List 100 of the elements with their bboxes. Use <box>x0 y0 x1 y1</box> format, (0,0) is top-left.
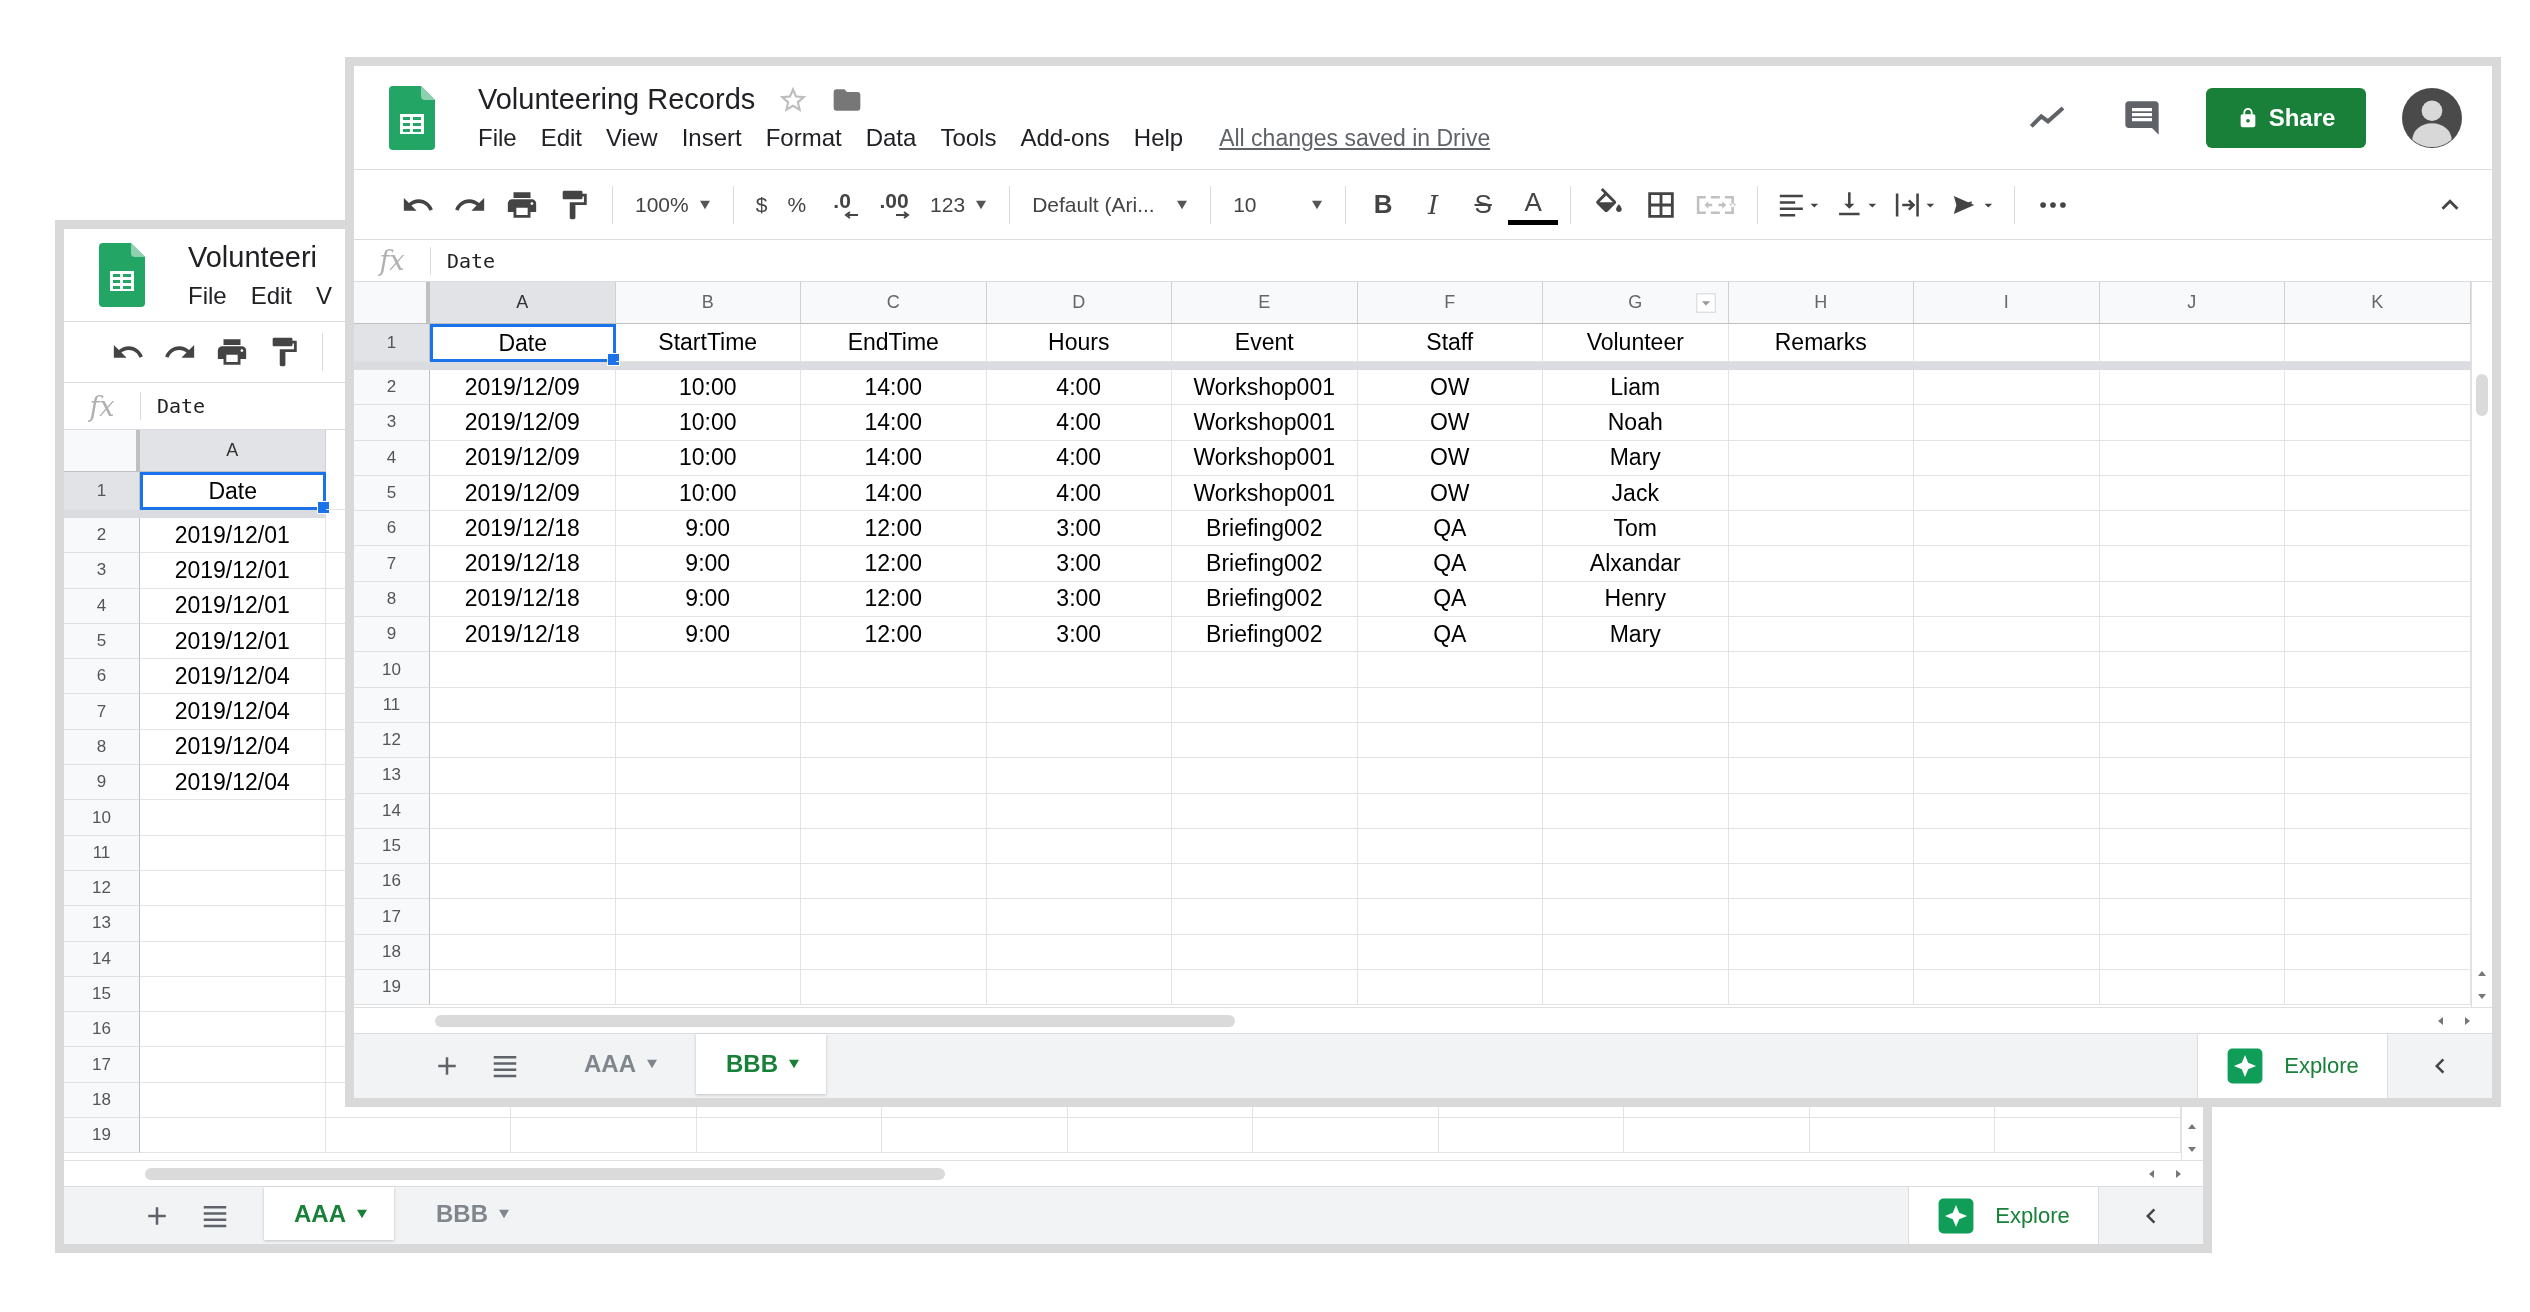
scroll-right-arrow-icon[interactable] <box>2175 1168 2183 1179</box>
scroll-down-arrow-icon[interactable] <box>2476 993 2487 1001</box>
row-number[interactable]: 15 <box>64 976 140 1013</box>
row-number[interactable]: 16 <box>354 864 430 900</box>
column-header[interactable]: F <box>1357 282 1543 324</box>
document-title[interactable]: Volunteeri <box>188 240 317 274</box>
scroll-down-arrow-icon[interactable] <box>2187 1146 2198 1154</box>
row-number[interactable]: 12 <box>64 870 140 907</box>
bold-button[interactable]: B <box>1358 182 1409 227</box>
sheet-tab[interactable]: BBB <box>696 1034 826 1094</box>
row-number[interactable]: 1 <box>354 324 430 362</box>
menu-item[interactable]: File <box>466 124 529 152</box>
menu-item[interactable]: Help <box>1121 124 1196 152</box>
font-dropdown[interactable]: Default (Ari... <box>1022 182 1199 227</box>
row-number[interactable]: 15 <box>354 828 430 865</box>
row-number[interactable]: 10 <box>354 652 430 688</box>
font-size-dropdown[interactable]: 10 <box>1223 182 1334 227</box>
column-header[interactable]: I <box>1914 282 2100 324</box>
explore-button[interactable]: Explore <box>2197 1034 2387 1098</box>
menu-item[interactable]: Add-ons <box>1008 124 1122 152</box>
number-format-dropdown[interactable]: 123 <box>920 182 998 227</box>
row-number[interactable]: 9 <box>64 765 140 801</box>
row-number[interactable]: 2 <box>354 370 430 406</box>
column-header[interactable]: G <box>1543 282 1729 324</box>
row-number[interactable]: 16 <box>64 1012 140 1048</box>
row-number[interactable]: 7 <box>354 546 430 582</box>
column-header[interactable]: K <box>2285 282 2471 324</box>
sheet-tab[interactable]: AAA <box>264 1187 394 1240</box>
row-number[interactable]: 7 <box>64 694 140 730</box>
avatar[interactable] <box>2402 87 2462 148</box>
row-number[interactable]: 17 <box>354 899 430 935</box>
spreadsheet-logo-icon[interactable] <box>389 85 435 150</box>
spreadsheet-logo-icon[interactable] <box>99 243 145 307</box>
menu-item[interactable]: Insert <box>669 124 754 152</box>
row-number[interactable]: 18 <box>354 934 430 971</box>
column-header[interactable]: B <box>615 282 801 324</box>
row-number[interactable]: 14 <box>64 941 140 977</box>
zoom-dropdown[interactable]: 100% <box>625 182 721 227</box>
strikethrough-button[interactable]: S <box>1458 182 1509 227</box>
scroll-up-arrow-icon[interactable] <box>2187 1122 2198 1130</box>
row-number[interactable]: 3 <box>64 553 140 589</box>
increase-decimal-button[interactable]: .00 <box>868 182 921 227</box>
row-number[interactable]: 13 <box>64 906 140 942</box>
vertical-scrollbar-thumb[interactable] <box>2475 374 2488 416</box>
column-header[interactable]: D <box>986 282 1172 324</box>
row-number[interactable]: 12 <box>354 722 430 759</box>
fill-handle[interactable] <box>606 353 620 366</box>
column-header[interactable]: C <box>801 282 987 324</box>
percent-format-button[interactable]: % <box>777 182 817 227</box>
row-number[interactable]: 14 <box>354 793 430 829</box>
row-number[interactable]: 11 <box>354 687 430 723</box>
row-number[interactable]: 8 <box>354 581 430 618</box>
menu-item[interactable]: Format <box>753 124 854 152</box>
row-number[interactable]: 3 <box>354 405 430 441</box>
formula-input[interactable]: Date <box>157 394 206 418</box>
row-number[interactable]: 5 <box>64 623 140 660</box>
menu-item[interactable]: File <box>176 281 239 310</box>
row-number[interactable]: 10 <box>64 800 140 836</box>
row-number[interactable]: 13 <box>354 758 430 794</box>
menu-item[interactable]: V <box>304 281 345 310</box>
scroll-left-arrow-icon[interactable] <box>2436 1015 2444 1026</box>
scroll-up-arrow-icon[interactable] <box>2476 969 2487 977</box>
row-number[interactable]: 17 <box>64 1047 140 1083</box>
menu-item[interactable]: View <box>594 124 670 152</box>
currency-format-button[interactable]: $ <box>745 182 778 227</box>
row-number[interactable]: 4 <box>64 588 140 624</box>
horizontal-scrollbar-thumb[interactable] <box>435 1014 1235 1027</box>
menu-item[interactable]: Edit <box>238 281 305 310</box>
menu-item[interactable]: Tools <box>928 124 1009 152</box>
row-number[interactable]: 5 <box>354 475 430 512</box>
scroll-left-arrow-icon[interactable] <box>2147 1168 2155 1179</box>
save-status-link[interactable]: All changes saved in Drive <box>1219 125 1491 152</box>
scroll-right-arrow-icon[interactable] <box>2464 1015 2472 1026</box>
row-number[interactable]: 1 <box>64 472 140 510</box>
menu-item[interactable]: Edit <box>528 124 595 152</box>
column-header[interactable]: A <box>140 430 326 472</box>
row-number[interactable]: 11 <box>64 835 140 871</box>
row-number[interactable]: 2 <box>64 518 140 554</box>
horizontal-scrollbar-thumb[interactable] <box>145 1167 945 1180</box>
menu-item[interactable]: Data <box>853 124 929 152</box>
row-number[interactable]: 19 <box>354 970 430 1006</box>
text-color-button[interactable]: A <box>1508 184 1559 225</box>
italic-button[interactable]: I <box>1408 182 1459 227</box>
column-header[interactable]: H <box>1728 282 1914 324</box>
row-number[interactable]: 4 <box>354 440 430 476</box>
decrease-decimal-button[interactable]: .0 <box>816 182 869 227</box>
share-button[interactable]: Share <box>2206 87 2366 148</box>
column-header[interactable]: A <box>430 282 616 324</box>
row-number[interactable]: 9 <box>354 617 430 653</box>
row-number[interactable]: 8 <box>64 729 140 766</box>
column-header[interactable]: E <box>1172 282 1358 324</box>
fill-handle[interactable] <box>316 501 330 514</box>
row-number[interactable]: 6 <box>64 659 140 695</box>
row-number[interactable]: 18 <box>64 1082 140 1119</box>
document-title[interactable]: Volunteering Records <box>478 83 756 116</box>
explore-button[interactable]: Explore <box>1908 1187 2098 1244</box>
row-number[interactable]: 19 <box>64 1118 140 1154</box>
column-header[interactable]: J <box>2099 282 2285 324</box>
formula-input[interactable]: Date <box>447 248 496 273</box>
row-number[interactable]: 6 <box>354 511 430 547</box>
